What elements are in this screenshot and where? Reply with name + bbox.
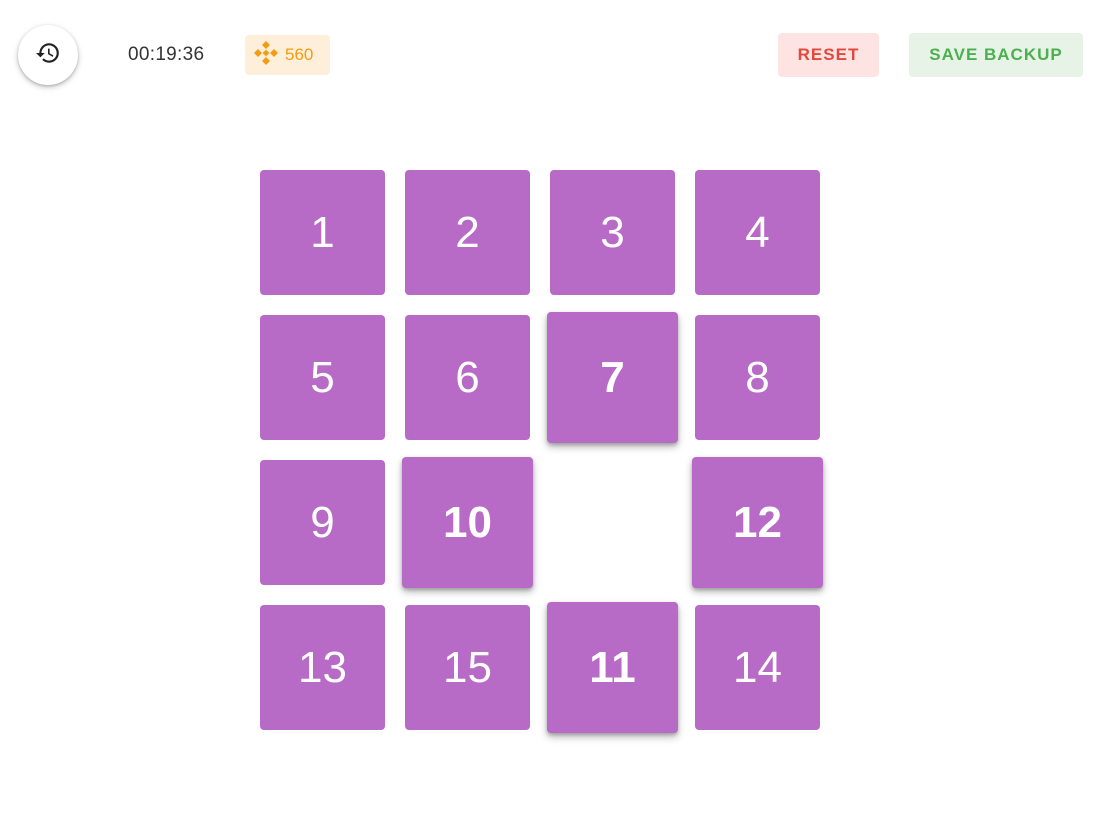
tile-15[interactable]: 15 [405, 605, 530, 730]
tile-1[interactable]: 1 [260, 170, 385, 295]
tile-13[interactable]: 13 [260, 605, 385, 730]
tile-12[interactable]: 12 [692, 457, 823, 588]
tile-3[interactable]: 3 [550, 170, 675, 295]
tile-9[interactable]: 9 [260, 460, 385, 585]
tile-7[interactable]: 7 [547, 312, 678, 443]
tile-8[interactable]: 8 [695, 315, 820, 440]
tile-6[interactable]: 6 [405, 315, 530, 440]
puzzle-board: 1 2 3 4 5 6 7 8 9 10 12 13 15 11 14 [0, 0, 1106, 815]
tile-11[interactable]: 11 [547, 602, 678, 733]
tile-4[interactable]: 4 [695, 170, 820, 295]
tile-5[interactable]: 5 [260, 315, 385, 440]
tile-10[interactable]: 10 [402, 457, 533, 588]
empty-slot [550, 460, 675, 585]
tile-2[interactable]: 2 [405, 170, 530, 295]
tile-14[interactable]: 14 [695, 605, 820, 730]
